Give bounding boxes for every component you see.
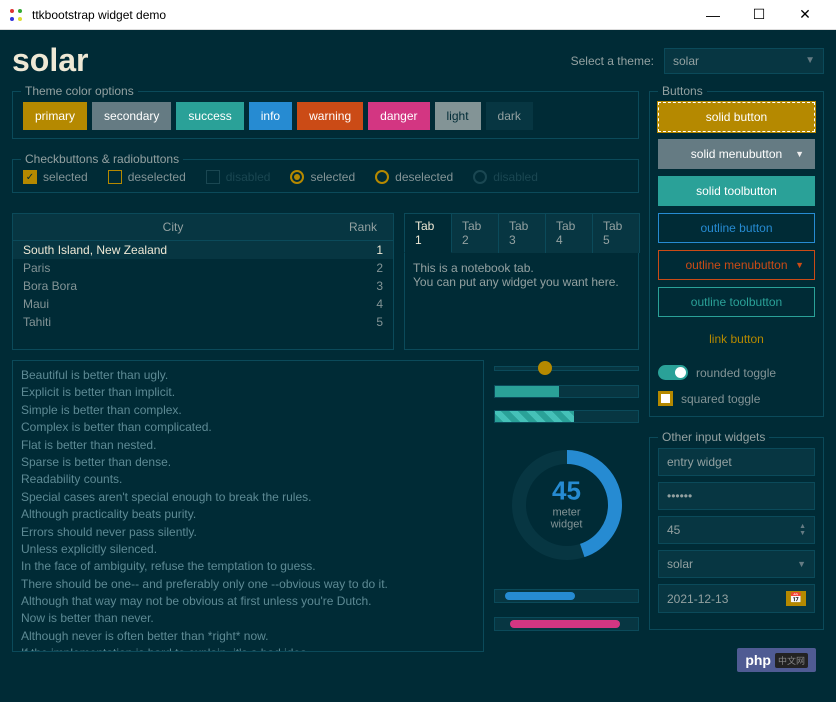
caret-down-icon: ▼	[795, 149, 804, 159]
tree-row[interactable]: Paris2	[13, 259, 393, 277]
solid-toolbutton[interactable]: solid toolbutton	[658, 176, 815, 206]
radio-checked-icon	[290, 170, 304, 184]
tree-row[interactable]: Bora Bora3	[13, 277, 393, 295]
solid-menubutton[interactable]: solid menubutton▼	[658, 139, 815, 169]
inputs-frame-label: Other input widgets	[658, 430, 769, 444]
outline-toolbutton[interactable]: outline toolbutton	[658, 287, 815, 317]
maximize-button[interactable]: ☐	[736, 0, 782, 30]
scrollbar-danger[interactable]	[494, 617, 639, 631]
tab-1[interactable]: Tab 1	[404, 213, 452, 253]
minimize-button[interactable]: —	[690, 0, 736, 30]
inputs-frame: Other input widgets entry widget •••••• …	[649, 437, 824, 630]
tree-row[interactable]: Tahiti5	[13, 313, 393, 331]
notebook: Tab 1 Tab 2 Tab 3 Tab 4 Tab 5 This is a …	[404, 213, 639, 350]
tab-4[interactable]: Tab 4	[545, 213, 593, 253]
combobox[interactable]: solar▼	[658, 550, 815, 578]
window-titlebar: ttkbootstrap widget demo — ☐ ✕	[0, 0, 836, 30]
tree-row[interactable]: Maui4	[13, 295, 393, 313]
color-dark-button[interactable]: dark	[486, 102, 533, 130]
text-widget[interactable]: Beautiful is better than ugly.Explicit i…	[12, 360, 484, 652]
checks-frame: Checkbuttons & radiobuttons ✓ selected d…	[12, 159, 639, 193]
tab-5[interactable]: Tab 5	[592, 213, 640, 253]
php-watermark: php中文网	[737, 648, 816, 672]
treeview[interactable]: City Rank South Island, New Zealand1 Par…	[12, 213, 394, 350]
app-icon	[8, 7, 24, 23]
color-secondary-button[interactable]: secondary	[92, 102, 171, 130]
radio-unchecked-icon	[375, 170, 389, 184]
rounded-toggle[interactable]: rounded toggle	[658, 365, 815, 380]
progressbar	[494, 385, 639, 398]
checkbutton-disabled: disabled	[206, 170, 271, 184]
outline-menubutton[interactable]: outline menubutton▼	[658, 250, 815, 280]
checkbutton-deselected[interactable]: deselected	[108, 170, 186, 184]
theme-combobox-value: solar	[673, 54, 699, 68]
chevron-down-icon: ▼	[797, 559, 806, 569]
spinbox-arrows-icon[interactable]: ▲▼	[799, 523, 806, 537]
color-danger-button[interactable]: danger	[368, 102, 429, 130]
calendar-icon[interactable]: 📅	[786, 591, 806, 606]
tab-3[interactable]: Tab 3	[498, 213, 546, 253]
checkbox-disabled-icon	[206, 170, 220, 184]
toggle-square-icon	[658, 391, 673, 406]
meter-widget: 45 meter widget	[507, 445, 627, 565]
scrollbar-info[interactable]	[494, 589, 639, 603]
solid-button[interactable]: solid button	[658, 102, 815, 132]
scale-widget[interactable]	[494, 366, 639, 371]
buttons-frame-label: Buttons	[658, 84, 707, 98]
spinbox[interactable]: 45▲▼	[658, 516, 815, 544]
scale-thumb[interactable]	[538, 361, 552, 375]
radiobutton-selected[interactable]: selected	[290, 170, 355, 184]
select-theme-label: Select a theme:	[571, 54, 654, 68]
checkbutton-selected[interactable]: ✓ selected	[23, 170, 88, 184]
entry-widget[interactable]: entry widget	[658, 448, 815, 476]
radiobutton-disabled: disabled	[473, 170, 538, 184]
tree-header-rank[interactable]: Rank	[333, 214, 393, 240]
outline-button[interactable]: outline button	[658, 213, 815, 243]
meter-label: meter widget	[537, 506, 597, 530]
password-entry[interactable]: ••••••	[658, 482, 815, 510]
theme-combobox[interactable]: solar ▼	[664, 48, 824, 74]
color-info-button[interactable]: info	[249, 102, 292, 130]
radiobutton-deselected[interactable]: deselected	[375, 170, 453, 184]
date-entry[interactable]: 2021-12-13📅	[658, 584, 815, 613]
checkbox-unchecked-icon	[108, 170, 122, 184]
color-success-button[interactable]: success	[176, 102, 243, 130]
tab-content: This is a notebook tab. You can put any …	[404, 252, 639, 350]
meter-value: 45	[537, 475, 597, 506]
tab-2[interactable]: Tab 2	[451, 213, 499, 253]
progressbar-striped	[494, 410, 639, 423]
squared-toggle[interactable]: squared toggle	[658, 391, 815, 406]
color-light-button[interactable]: light	[435, 102, 481, 130]
buttons-frame: Buttons solid button solid menubutton▼ s…	[649, 91, 824, 417]
toggle-round-icon	[658, 365, 688, 380]
tree-row[interactable]: South Island, New Zealand1	[13, 241, 393, 259]
window-title: ttkbootstrap widget demo	[32, 8, 690, 22]
color-warning-button[interactable]: warning	[297, 102, 363, 130]
color-primary-button[interactable]: primary	[23, 102, 87, 130]
color-options-label: Theme color options	[21, 84, 138, 98]
caret-down-icon: ▼	[795, 260, 804, 270]
color-options-frame: Theme color options primary secondary su…	[12, 91, 639, 139]
checks-frame-label: Checkbuttons & radiobuttons	[21, 152, 183, 166]
link-button[interactable]: link button	[658, 324, 815, 354]
checkbox-checked-icon: ✓	[23, 170, 37, 184]
close-button[interactable]: ✕	[782, 0, 828, 30]
radio-disabled-icon	[473, 170, 487, 184]
chevron-down-icon: ▼	[805, 55, 815, 66]
tree-header-city[interactable]: City	[13, 214, 333, 240]
theme-title: solar	[12, 42, 571, 79]
